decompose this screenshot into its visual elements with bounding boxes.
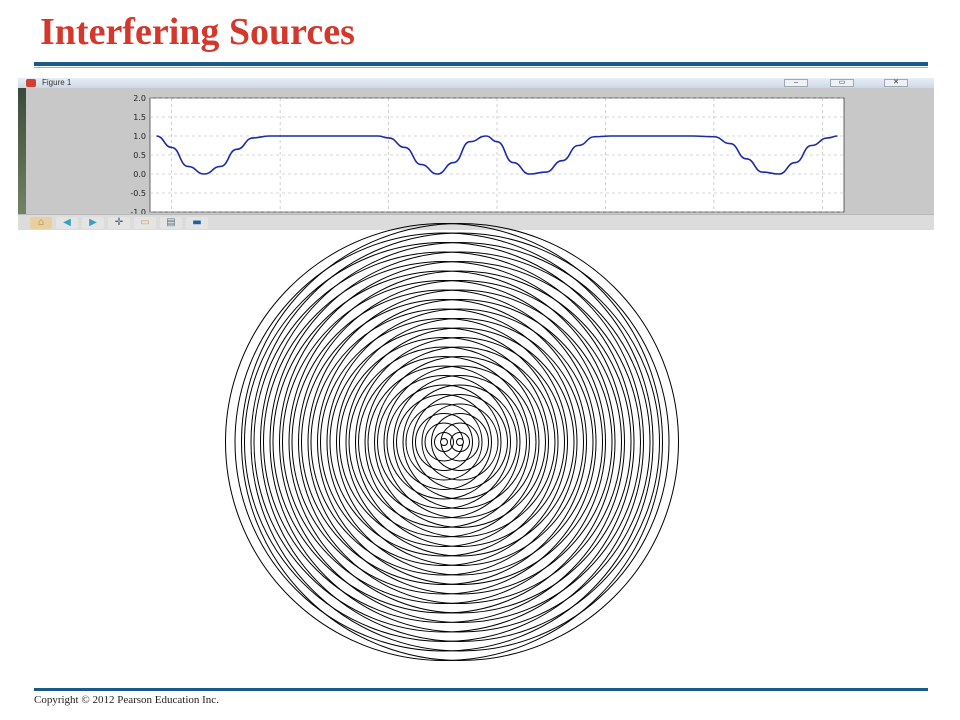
point-source [440, 438, 448, 446]
interference-rings [225, 223, 679, 661]
footer-rule [34, 688, 928, 691]
point-source [456, 438, 464, 446]
copyright: Copyright © 2012 Pearson Education Inc. [34, 694, 219, 706]
